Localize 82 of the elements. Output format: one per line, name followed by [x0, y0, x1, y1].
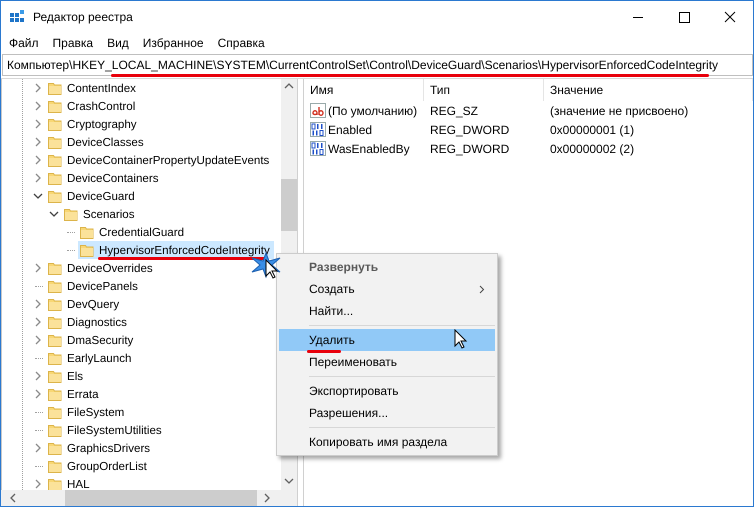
value-type: REG_SZ [429, 102, 480, 120]
horizontal-scrollbar[interactable] [1, 490, 297, 506]
value-data: 0x00000001 (1) [549, 122, 636, 138]
context-menu-item[interactable]: Создать [279, 278, 495, 300]
folder-icon [48, 172, 62, 184]
context-menu-item[interactable]: Экспортировать [279, 380, 495, 402]
binary-value-icon [310, 122, 326, 137]
folder-icon [48, 154, 62, 166]
window-title: Редактор реестра [33, 10, 133, 24]
tree-item[interactable]: FileSystem [67, 406, 124, 418]
folder-icon [48, 262, 62, 274]
value-name[interactable]: (По умолчанию) [328, 104, 418, 118]
tree-item[interactable]: DevicePanels [67, 280, 138, 292]
folder-icon [80, 244, 94, 256]
tree-item[interactable]: Diagnostics [67, 316, 127, 328]
context-menu-item[interactable]: Копировать имя раздела [279, 431, 495, 453]
value-name[interactable]: Enabled [328, 122, 372, 136]
folder-icon [48, 82, 62, 94]
menu-item[interactable]: Вид [100, 34, 136, 52]
folder-icon [48, 118, 62, 130]
context-menu-item[interactable]: Переименовать [279, 351, 495, 373]
tree-item[interactable]: DevQuery [67, 298, 120, 310]
folder-icon [48, 298, 62, 310]
column-header[interactable]: Имя [304, 79, 424, 101]
cursor-icon [265, 259, 279, 279]
folder-icon [48, 334, 62, 346]
cursor-icon [454, 329, 468, 349]
tree-item[interactable]: HAL [67, 478, 90, 490]
tree-item[interactable]: CredentialGuard [99, 226, 184, 238]
tree-item[interactable]: DeviceGuard [67, 190, 135, 202]
menu-item[interactable]: Правка [46, 34, 100, 52]
value-data: 0x00000002 (2) [549, 140, 636, 158]
folder-icon [48, 280, 62, 292]
address-field[interactable]: Компьютер\HKEY_LOCAL_MACHINE\SYSTEM\CurrentControlSet\Control\DeviceGuard\Scenarios\HypervisorEnforcedCodeIntegrity [2, 54, 753, 76]
folder-icon [48, 352, 62, 364]
tree-item[interactable]: GraphicsDrivers [67, 442, 150, 454]
column-header[interactable]: Значение [544, 79, 753, 101]
value-name[interactable]: WasEnabledBy [328, 142, 410, 156]
annotation-underline [307, 350, 341, 353]
folder-icon [64, 208, 78, 220]
menu-item[interactable]: Справка [210, 34, 272, 52]
folder-icon [48, 478, 62, 490]
tree-item[interactable]: Cryptography [67, 118, 137, 130]
tree-item[interactable]: GroupOrderList [67, 460, 147, 472]
column-header[interactable]: Тип [424, 79, 544, 101]
tree-item[interactable]: DeviceContainerPropertyUpdateEvents [67, 154, 270, 166]
context-menu-item[interactable]: Удалить [279, 329, 495, 351]
context-menu-item[interactable]: Разрешения... [279, 402, 495, 424]
context-menu-item[interactable]: Развернуть [279, 256, 495, 278]
tree-item[interactable]: FileSystemUtilities [67, 424, 162, 436]
folder-icon [48, 406, 62, 418]
folder-icon [80, 226, 94, 238]
value-type: REG_DWORD [429, 122, 510, 138]
tree-item[interactable]: DmaSecurity [67, 334, 134, 346]
tree-item[interactable]: CrashControl [67, 100, 136, 112]
value-type: REG_DWORD [429, 140, 510, 158]
tree-item[interactable]: Errata [67, 388, 99, 400]
folder-icon [48, 136, 62, 148]
string-value-icon [310, 103, 326, 118]
value-data: (значение не присвоено) [549, 102, 690, 120]
folder-icon [48, 190, 62, 202]
folder-icon [48, 100, 62, 112]
app-icon [9, 9, 25, 25]
tree-item[interactable]: Scenarios [83, 208, 135, 220]
scrollbar-thumb[interactable] [65, 490, 257, 506]
binary-value-icon [310, 141, 326, 156]
folder-icon [48, 460, 62, 472]
folder-icon [48, 316, 62, 328]
folder-icon [48, 442, 62, 454]
menu-item[interactable]: Файл [2, 34, 46, 52]
tree-item[interactable]: DeviceClasses [67, 136, 144, 148]
folder-icon [48, 388, 62, 400]
menu-item[interactable]: Избранное [136, 34, 211, 52]
folder-icon [48, 370, 62, 382]
tree-item[interactable]: EarlyLaunch [67, 352, 132, 364]
tree-item[interactable]: Els [67, 370, 84, 382]
tree-item[interactable]: DeviceOverrides [67, 262, 153, 274]
folder-icon [48, 424, 62, 436]
tree-item[interactable]: ContentIndex [67, 82, 136, 94]
tree-item[interactable]: DeviceContainers [67, 172, 159, 184]
context-menu-item[interactable]: Найти... [279, 300, 495, 322]
scrollbar-thumb[interactable] [281, 179, 297, 231]
